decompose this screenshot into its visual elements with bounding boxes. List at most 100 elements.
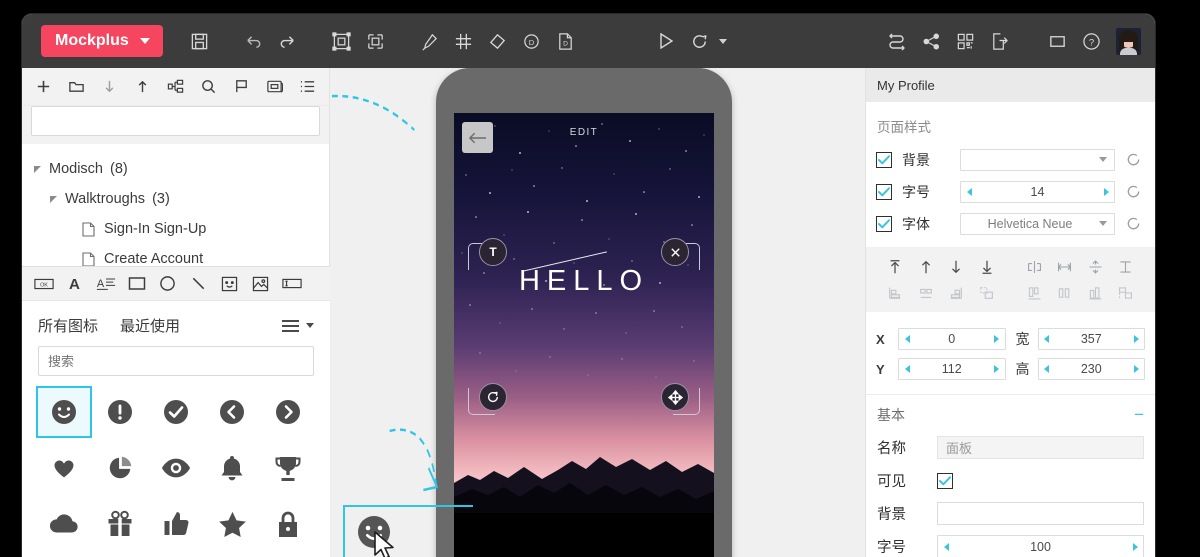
qrcode-icon[interactable]	[948, 24, 982, 58]
basic-font-size-stepper[interactable]: 100	[937, 535, 1144, 557]
move-down-icon[interactable]	[94, 72, 125, 102]
align-center-h-icon[interactable]	[1021, 255, 1047, 279]
icon-cell-exclamation-circle[interactable]	[92, 386, 148, 438]
stepper-increment[interactable]	[1098, 187, 1114, 196]
align-bottom-icon[interactable]	[943, 255, 969, 279]
page-icon[interactable]: D	[549, 24, 583, 58]
move-up-icon[interactable]	[127, 72, 158, 102]
flow-icon[interactable]	[880, 24, 914, 58]
dist-h-right-icon[interactable]	[1082, 281, 1108, 305]
stepper-increment[interactable]	[989, 365, 1005, 373]
paragraph-icon[interactable]: A	[92, 270, 119, 298]
font-family-select[interactable]: Helvetica Neue	[960, 212, 1115, 235]
icon-cell-heart[interactable]	[36, 442, 92, 494]
icon-cell-chevron-left-circle[interactable]	[204, 386, 260, 438]
stepper-increment[interactable]	[1127, 542, 1143, 551]
distribute-left-icon[interactable]	[882, 281, 908, 305]
export-icon[interactable]	[982, 24, 1016, 58]
line-icon[interactable]	[185, 270, 212, 298]
distribute-center-icon[interactable]	[913, 281, 939, 305]
master-icon[interactable]	[259, 72, 290, 102]
icon-library-menu-button[interactable]	[282, 317, 314, 335]
canvas-area[interactable]: EDIT HELLO T	[330, 68, 865, 557]
tab-all-icons[interactable]: 所有图标	[38, 315, 98, 336]
move-handle[interactable]	[661, 383, 689, 411]
mask-icon[interactable]	[481, 24, 515, 58]
stepper-increment[interactable]	[1128, 365, 1144, 373]
avatar[interactable]	[1116, 27, 1141, 55]
mockplus-logo-button[interactable]: Mockplus	[41, 25, 163, 57]
button-icon[interactable]: OK	[30, 270, 57, 298]
undo-icon[interactable]	[237, 24, 271, 58]
tab-recently-used[interactable]: 最近使用	[120, 315, 180, 336]
stepper-decrement[interactable]	[1039, 365, 1055, 373]
icon-cell-pie-chart[interactable]	[92, 442, 148, 494]
refresh-icon[interactable]	[683, 24, 717, 58]
align-middle-v-icon[interactable]	[913, 255, 939, 279]
y-stepper[interactable]: 112	[898, 358, 1006, 380]
dist-h-center-icon[interactable]	[1052, 281, 1078, 305]
name-input[interactable]: 面板	[937, 436, 1144, 459]
icon-cell-bell[interactable]	[204, 442, 260, 494]
dist-h-edge-icon[interactable]	[1113, 281, 1139, 305]
basic-background-field[interactable]	[937, 502, 1144, 525]
share-icon[interactable]	[914, 24, 948, 58]
visible-checkbox[interactable]	[937, 472, 953, 489]
font-family-reset-icon[interactable]	[1121, 216, 1145, 231]
align-width-icon[interactable]	[1052, 255, 1078, 279]
grid-icon[interactable]	[447, 24, 481, 58]
help-icon[interactable]: ?	[1074, 24, 1108, 58]
font-family-checkbox[interactable]	[876, 215, 892, 232]
height-stepper[interactable]: 230	[1037, 358, 1145, 380]
stepper-decrement[interactable]	[1039, 335, 1055, 343]
width-stepper[interactable]: 357	[1037, 328, 1145, 350]
group-layer-icon[interactable]	[974, 281, 1000, 305]
refresh-dropdown-caret-icon[interactable]	[718, 38, 727, 44]
icon-cell-smiley[interactable]	[36, 386, 92, 438]
x-stepper[interactable]: 0	[898, 328, 1006, 350]
icon-cell-gift[interactable]	[92, 498, 148, 550]
stepper-decrement[interactable]	[938, 542, 954, 551]
font-size-stepper[interactable]: 14	[960, 180, 1115, 203]
rotate-handle[interactable]	[479, 383, 507, 411]
stepper-increment[interactable]	[1128, 335, 1144, 343]
fullscreen-icon[interactable]	[1040, 24, 1074, 58]
icon-cell-eye[interactable]	[148, 442, 204, 494]
flag-icon[interactable]	[226, 72, 257, 102]
stepper-decrement[interactable]	[961, 187, 977, 196]
save-icon[interactable]	[183, 24, 217, 58]
align-baseline-icon[interactable]	[974, 255, 1000, 279]
image-icon[interactable]	[247, 270, 274, 298]
tree-item-page[interactable]: Sign-In Sign-Up	[22, 214, 329, 244]
align-split-icon[interactable]	[1082, 255, 1108, 279]
background-color-field[interactable]	[960, 148, 1115, 171]
tree-item-folder[interactable]: Walktroughs (3)	[22, 184, 329, 214]
icon-cell-lock[interactable]	[260, 498, 316, 550]
icon-cell-chevron-right-circle[interactable]	[260, 386, 316, 438]
stepper-decrement[interactable]	[899, 365, 915, 373]
format-painter-icon[interactable]	[413, 24, 447, 58]
font-size-reset-icon[interactable]	[1121, 184, 1145, 199]
page-search-input[interactable]	[31, 106, 320, 136]
icon-cell-check-circle[interactable]	[148, 386, 204, 438]
ungroup-icon[interactable]	[359, 24, 393, 58]
icon-tool-icon[interactable]	[216, 270, 243, 298]
stepper-decrement[interactable]	[899, 335, 915, 343]
expand-triangle-icon[interactable]	[50, 195, 57, 203]
align-vertical-icon[interactable]	[1113, 255, 1139, 279]
font-size-checkbox[interactable]	[876, 183, 892, 200]
close-handle[interactable]	[661, 238, 689, 266]
preview-icon[interactable]	[649, 24, 683, 58]
stepper-increment[interactable]	[989, 335, 1005, 343]
list-icon[interactable]	[292, 72, 323, 102]
icon-cell-trophy[interactable]	[260, 442, 316, 494]
basic-collapse-toggle[interactable]: −	[1134, 406, 1144, 423]
distribute-right-icon[interactable]	[943, 281, 969, 305]
text-handle[interactable]: T	[479, 238, 507, 266]
search-icon[interactable]	[193, 72, 224, 102]
ellipse-icon[interactable]	[154, 270, 181, 298]
background-reset-icon[interactable]	[1121, 152, 1145, 167]
icon-cell-thumbs-up[interactable]	[148, 498, 204, 550]
group-icon[interactable]	[325, 24, 359, 58]
sitemap-icon[interactable]	[160, 72, 191, 102]
